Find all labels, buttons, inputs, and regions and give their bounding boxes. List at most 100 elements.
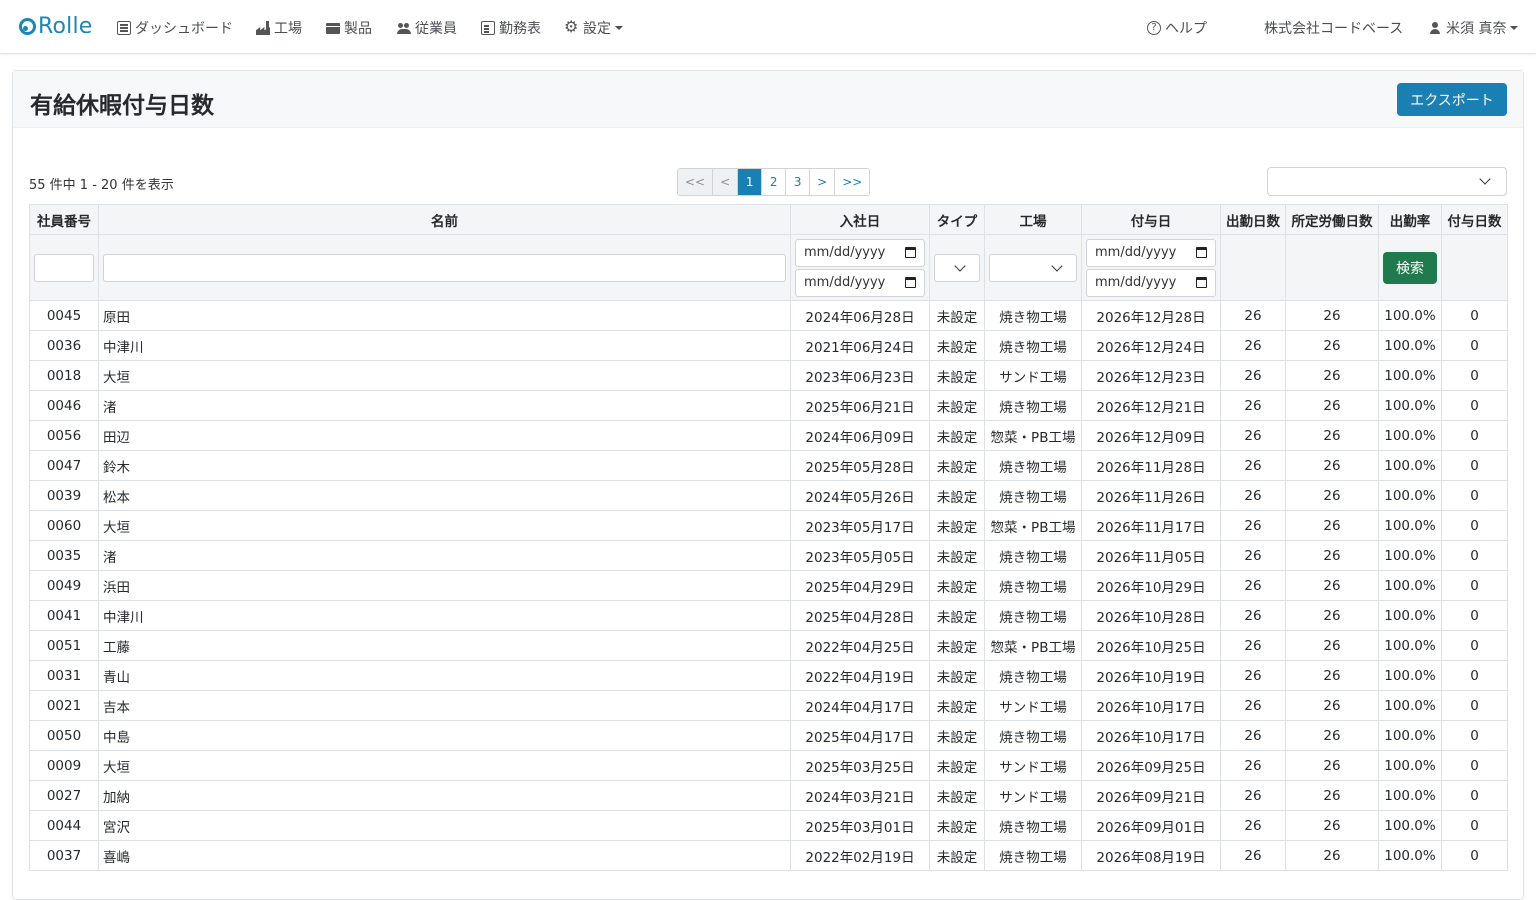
calendar-icon[interactable] xyxy=(1196,277,1207,288)
help-icon: ? xyxy=(1147,21,1161,35)
nav-factory-label: 工場 xyxy=(274,21,302,37)
calendar-icon[interactable] xyxy=(905,277,916,288)
page-first[interactable]: << xyxy=(678,169,714,195)
name-filter[interactable] xyxy=(103,253,786,282)
user-menu-dropdown[interactable]: 米須 真奈 xyxy=(1428,18,1518,38)
cell-attendance-days: 26 xyxy=(1220,300,1286,331)
page-next[interactable]: > xyxy=(810,169,836,195)
table-row[interactable]: 0037 喜嶋 2022年02月19日 未設定 焼き物工場 2026年08月19日 26 26… xyxy=(29,840,1508,871)
nav-factory[interactable]: 工場 xyxy=(256,18,302,38)
cell-type: 未設定 xyxy=(929,810,985,841)
calendar-icon[interactable] xyxy=(905,247,916,258)
col-type[interactable]: タイプ xyxy=(929,204,985,235)
table-row[interactable]: 0039 松本 2024年05月26日 未設定 焼き物工場 2026年11月26日 26 26… xyxy=(29,480,1508,511)
grant-date-to[interactable]: mm/dd/yyyy xyxy=(1086,268,1216,297)
page-prev[interactable]: < xyxy=(713,169,739,195)
cell-attendance-days: 26 xyxy=(1220,660,1286,691)
cell-name: 工藤 xyxy=(98,630,791,661)
cell-grant-date: 2026年09月01日 xyxy=(1081,810,1221,841)
nav-timesheet[interactable]: 勤務表 xyxy=(481,18,541,38)
col-employee-id[interactable]: 社員番号 xyxy=(29,204,99,235)
table-row[interactable]: 0046 渚 2025年06月21日 未設定 焼き物工場 2026年12月21日 26 26 1… xyxy=(29,390,1508,421)
table-row[interactable]: 0041 中津川 2025年04月28日 未設定 焼き物工場 2026年10月28日 26 2… xyxy=(29,600,1508,631)
table-row[interactable]: 0050 中島 2025年04月17日 未設定 焼き物工場 2026年10月17日 26 26… xyxy=(29,720,1508,751)
per-page-select[interactable] xyxy=(1267,167,1507,196)
table-row[interactable]: 0021 吉本 2024年04月17日 未設定 サンド工場 2026年10月17日 26 26… xyxy=(29,690,1508,721)
cell-granted-days: 0 xyxy=(1441,480,1508,511)
nav-products[interactable]: 製品 xyxy=(326,18,372,38)
nav-employees[interactable]: 従業員 xyxy=(397,18,457,38)
grant-date-from[interactable]: mm/dd/yyyy xyxy=(1086,238,1216,267)
cell-scheduled-days: 26 xyxy=(1285,660,1379,691)
employee-id-filter[interactable] xyxy=(34,253,94,282)
cell-name: 渚 xyxy=(98,390,791,421)
gear-icon xyxy=(564,17,579,36)
table-row[interactable]: 0060 大垣 2023年05月17日 未設定 惣菜・PB工場 2026年11月17日 26… xyxy=(29,510,1508,541)
cell-factory: サンド工場 xyxy=(984,360,1082,391)
table-body: 0045 原田 2024年06月28日 未設定 焼き物工場 2026年12月28日 26 26… xyxy=(29,300,1508,871)
company-name-label: 株式会社コードベース xyxy=(1264,21,1404,37)
col-hire-date[interactable]: 入社日 xyxy=(790,204,930,235)
search-button[interactable]: 検索 xyxy=(1383,251,1437,284)
cell-attendance-rate: 100.0% xyxy=(1378,840,1442,871)
cell-granted-days: 0 xyxy=(1441,690,1508,721)
hire-date-to[interactable]: mm/dd/yyyy xyxy=(795,268,925,297)
cell-type: 未設定 xyxy=(929,840,985,871)
table-row[interactable]: 0047 鈴木 2025年05月28日 未設定 焼き物工場 2026年11月28日 26 26… xyxy=(29,450,1508,481)
col-factory[interactable]: 工場 xyxy=(984,204,1082,235)
page-3[interactable]: 3 xyxy=(786,169,811,195)
cell-hire-date: 2023年06月23日 xyxy=(790,360,930,391)
cell-scheduled-days: 26 xyxy=(1285,360,1379,391)
table-row[interactable]: 0009 大垣 2025年03月25日 未設定 サンド工場 2026年09月25日 26 26… xyxy=(29,750,1508,781)
col-attendance-rate[interactable]: 出勤率 xyxy=(1378,204,1442,235)
cell-grant-date: 2026年12月09日 xyxy=(1081,420,1221,451)
table-row[interactable]: 0018 大垣 2023年06月23日 未設定 サンド工場 2026年12月23日 26 26… xyxy=(29,360,1508,391)
col-granted-days[interactable]: 付与日数 xyxy=(1441,204,1508,235)
page-last[interactable]: >> xyxy=(835,169,870,195)
cell-name: 中津川 xyxy=(98,600,791,631)
cell-name: 宮沢 xyxy=(98,810,791,841)
chevron-down-icon xyxy=(954,259,966,272)
cell-scheduled-days: 26 xyxy=(1285,600,1379,631)
export-button[interactable]: エクスポート xyxy=(1397,83,1507,116)
table-row[interactable]: 0027 加納 2024年03月21日 未設定 サンド工場 2026年09月21日 26 26… xyxy=(29,780,1508,811)
table-row[interactable]: 0056 田辺 2024年06月09日 未設定 惣菜・PB工場 2026年12月09日 26… xyxy=(29,420,1508,451)
nav-dashboard[interactable]: ダッシュボード xyxy=(117,18,233,38)
brand-name: Rolle xyxy=(38,14,93,39)
cell-type: 未設定 xyxy=(929,750,985,781)
table-row[interactable]: 0044 宮沢 2025年03月01日 未設定 焼き物工場 2026年09月01日 26 26… xyxy=(29,810,1508,841)
cell-granted-days: 0 xyxy=(1441,600,1508,631)
table-row[interactable]: 0035 渚 2023年05月05日 未設定 焼き物工場 2026年11月05日 26 26 1… xyxy=(29,540,1508,571)
type-filter-select[interactable] xyxy=(934,253,980,282)
col-name[interactable]: 名前 xyxy=(98,204,791,235)
brand-logo[interactable]: Rolle xyxy=(19,14,93,39)
page-2[interactable]: 2 xyxy=(762,169,787,195)
nav-timesheet-label: 勤務表 xyxy=(499,21,541,37)
factory-filter-select[interactable] xyxy=(989,253,1077,282)
hire-date-from[interactable]: mm/dd/yyyy xyxy=(795,238,925,267)
nav-dashboard-label: ダッシュボード xyxy=(135,21,233,37)
cell-scheduled-days: 26 xyxy=(1285,480,1379,511)
cell-attendance-rate: 100.0% xyxy=(1378,330,1442,361)
cell-factory: 焼き物工場 xyxy=(984,720,1082,751)
col-scheduled-days[interactable]: 所定労働日数 xyxy=(1285,204,1379,235)
col-attendance-days[interactable]: 出勤日数 xyxy=(1220,204,1286,235)
cell-scheduled-days: 26 xyxy=(1285,840,1379,871)
table-row[interactable]: 0051 工藤 2022年04月25日 未設定 惣菜・PB工場 2026年10月25日 26… xyxy=(29,630,1508,661)
page-1[interactable]: 1 xyxy=(738,169,763,195)
cell-attendance-days: 26 xyxy=(1220,840,1286,871)
col-grant-date[interactable]: 付与日 xyxy=(1081,204,1221,235)
table-row[interactable]: 0031 青山 2022年04月19日 未設定 焼き物工場 2026年10月19日 26 26… xyxy=(29,660,1508,691)
table-row[interactable]: 0036 中津川 2021年06月24日 未設定 焼き物工場 2026年12月24日 26 2… xyxy=(29,330,1508,361)
cell-granted-days: 0 xyxy=(1441,660,1508,691)
cell-employee-id: 0049 xyxy=(29,570,99,601)
table-row[interactable]: 0045 原田 2024年06月28日 未設定 焼き物工場 2026年12月28日 26 26… xyxy=(29,300,1508,331)
nav-settings-dropdown[interactable]: 設定 xyxy=(564,17,623,38)
cell-attendance-rate: 100.0% xyxy=(1378,300,1442,331)
cell-scheduled-days: 26 xyxy=(1285,300,1379,331)
cell-type: 未設定 xyxy=(929,510,985,541)
nav-help[interactable]: ? ヘルプ xyxy=(1147,18,1207,38)
cell-granted-days: 0 xyxy=(1441,840,1508,871)
table-row[interactable]: 0049 浜田 2025年04月29日 未設定 焼き物工場 2026年10月29日 26 26… xyxy=(29,570,1508,601)
calendar-icon[interactable] xyxy=(1196,247,1207,258)
